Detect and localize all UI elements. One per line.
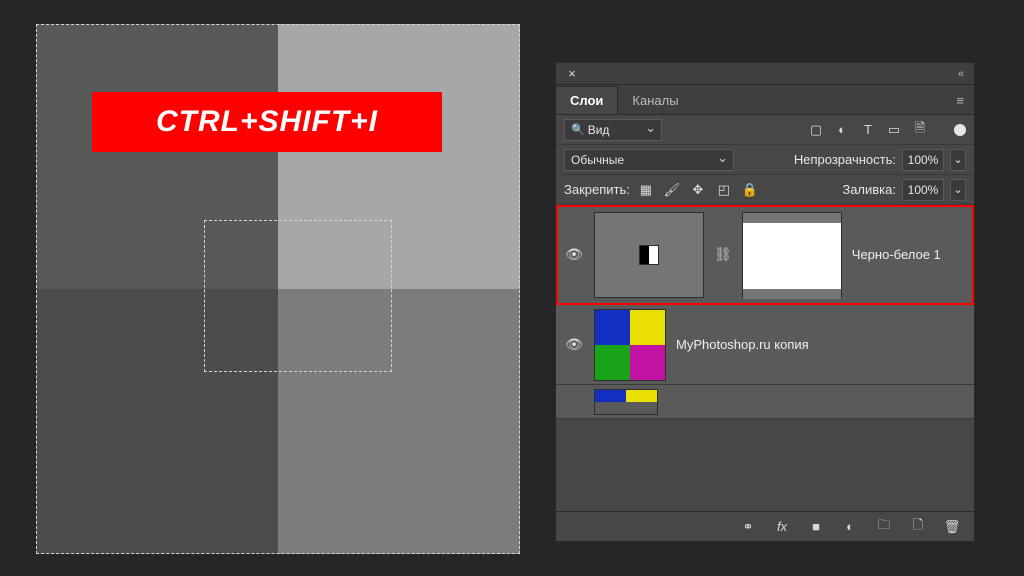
layer-row-bitmap[interactable]: 👁 MyPhotoshop.ru копия <box>556 305 974 385</box>
search-icon: 🔍 <box>571 123 585 136</box>
close-icon[interactable]: × <box>562 64 582 84</box>
filter-toggle-icon[interactable] <box>954 124 966 136</box>
new-adjustment-icon[interactable]: ◐ <box>840 517 860 537</box>
layers-panel: × « Слои Каналы ≡ 🔍 Вид ▢ ◐ T ▭ 🗎 Обычны… <box>555 62 975 542</box>
link-icon[interactable]: ⛓ <box>714 246 732 263</box>
lock-transparent-icon[interactable]: ▦ <box>636 180 656 200</box>
shortcut-banner: CTRL+SHIFT+I <box>92 92 442 152</box>
layer-filter-row: 🔍 Вид ▢ ◐ T ▭ 🗎 <box>556 115 974 145</box>
lock-brush-icon[interactable]: 🖌 <box>662 180 682 200</box>
panel-tabs: Слои Каналы ≡ <box>556 85 974 115</box>
link-layers-icon[interactable]: ⚭ <box>738 517 758 537</box>
filter-shape-icon[interactable]: ▭ <box>884 120 904 140</box>
canvas-quadrant <box>36 289 278 554</box>
visibility-eye-icon[interactable]: 👁 <box>564 336 584 353</box>
fill-label: Заливка: <box>842 182 896 197</box>
panel-menu-icon[interactable]: ≡ <box>946 87 974 114</box>
filter-kind-select[interactable]: 🔍 Вид <box>564 119 662 141</box>
opacity-value[interactable]: 100% <box>902 149 944 171</box>
tab-layers[interactable]: Слои <box>556 86 618 114</box>
canvas-quadrant <box>36 24 278 289</box>
filter-image-icon[interactable]: ▢ <box>806 120 826 140</box>
layers-list: 👁 ⛓ Черно-белое 1 👁 MyPh <box>556 205 974 511</box>
document-canvas[interactable]: CTRL+SHIFT+I <box>36 24 520 554</box>
filter-smart-icon[interactable]: 🗎 <box>910 120 930 140</box>
layer-thumbnail[interactable] <box>594 309 666 381</box>
new-group-icon[interactable]: 🗀 <box>874 517 894 537</box>
layer-row-bw-adjustment[interactable]: 👁 ⛓ Черно-белое 1 <box>556 205 974 305</box>
layers-actions: ⚭ fx ■ ◐ 🗀 🗋 🗑 <box>556 511 974 541</box>
delete-layer-icon[interactable]: 🗑 <box>942 517 962 537</box>
canvas-quadrant <box>278 24 520 289</box>
blend-mode-select[interactable]: Обычные <box>564 149 734 171</box>
lock-crop-icon[interactable]: ◰ <box>714 180 734 200</box>
opacity-chevron-icon[interactable]: ⌄ <box>950 149 966 171</box>
new-layer-icon[interactable]: 🗋 <box>908 517 928 537</box>
tab-channels[interactable]: Каналы <box>618 87 692 114</box>
layer-fx-icon[interactable]: fx <box>772 517 792 537</box>
lock-label: Закрепить: <box>564 182 630 197</box>
lock-row: Закрепить: ▦ 🖌 ✥ ◰ 🔒 Заливка: 100% ⌄ <box>556 175 974 205</box>
layer-thumbnail[interactable] <box>594 389 658 415</box>
lock-move-icon[interactable]: ✥ <box>688 180 708 200</box>
layer-name[interactable]: MyPhotoshop.ru копия <box>676 337 966 352</box>
fill-chevron-icon[interactable]: ⌄ <box>950 179 966 201</box>
filter-kind-label: Вид <box>588 123 610 137</box>
layer-row-partial[interactable] <box>556 385 974 419</box>
blend-mode-value: Обычные <box>571 153 624 167</box>
add-mask-icon[interactable]: ■ <box>806 517 826 537</box>
opacity-label: Непрозрачность: <box>794 152 896 167</box>
collapse-icon[interactable]: « <box>954 68 968 80</box>
visibility-eye-icon[interactable]: 👁 <box>564 246 584 263</box>
filter-text-icon[interactable]: T <box>858 120 878 140</box>
blend-row: Обычные Непрозрачность: 100% ⌄ <box>556 145 974 175</box>
fill-value[interactable]: 100% <box>902 179 944 201</box>
adjustment-thumbnail[interactable] <box>594 212 704 298</box>
filter-adjust-icon[interactable]: ◐ <box>832 120 852 140</box>
layer-mask-thumbnail[interactable] <box>742 212 842 298</box>
layer-name[interactable]: Черно-белое 1 <box>852 247 966 262</box>
canvas-quadrant <box>278 289 520 554</box>
lock-all-icon[interactable]: 🔒 <box>740 180 760 200</box>
